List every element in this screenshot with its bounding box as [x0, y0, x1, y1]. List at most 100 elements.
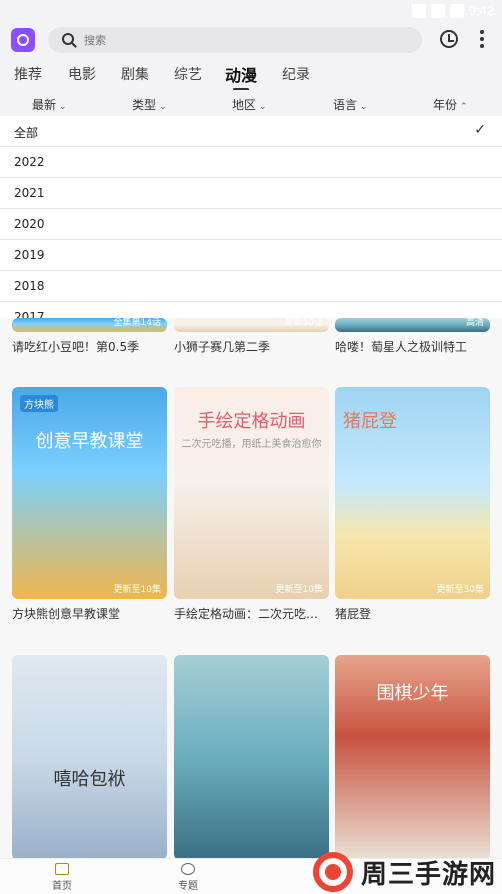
video-card[interactable]: 方块熊 创意早教课堂 更新至10集 方块熊创意早教课堂 [12, 387, 167, 622]
tab-variety[interactable]: 综艺 [174, 64, 202, 84]
video-thumbnail: 手绘定格动画 二次元吃播，用纸上美食治愈你 更新至10集 [174, 387, 329, 599]
chevron-down-icon: ⌄ [159, 102, 167, 112]
video-thumbnail: 方块熊 创意早教课堂 更新至10集 [12, 387, 167, 599]
dropdown-option[interactable]: 2020 [0, 209, 502, 240]
tab-anime[interactable]: 动漫 [225, 62, 257, 86]
home-icon [55, 863, 69, 875]
video-card[interactable] [174, 655, 329, 858]
filter-type-label: 类型 [132, 98, 157, 112]
poster-subtitle: 二次元吃播，用纸上美食治愈你 [181, 439, 322, 450]
nav-topics-label: 专题 [178, 881, 198, 892]
filter-year-label: 年份 [433, 98, 458, 112]
dropdown-option[interactable]: 2022 [0, 147, 502, 178]
filter-language-label: 语言 [333, 98, 358, 112]
tab-documentary[interactable]: 纪录 [282, 64, 310, 84]
episode-badge: 高清 [465, 318, 484, 328]
dropdown-option[interactable]: 全部 ✓ [0, 116, 502, 147]
search-bar[interactable] [48, 27, 422, 53]
video-card[interactable]: 手绘定格动画 二次元吃播，用纸上美食治愈你 更新至10集 手绘定格动画：二次元吃… [174, 387, 329, 622]
episode-badge: 更新至10集 [275, 585, 323, 595]
dropdown-option[interactable]: 2019 [0, 240, 502, 271]
tab-series[interactable]: 剧集 [121, 64, 149, 84]
poster-headline: 围棋少年 [376, 683, 449, 704]
video-thumbnail: 全集第14话 [12, 318, 167, 332]
history-icon[interactable] [440, 30, 458, 48]
video-title: 哈喽！萄星人之极训特工 [335, 340, 468, 354]
watermark-text: 周三手游网 [360, 859, 496, 890]
battery-icon [449, 3, 464, 18]
option-label: 2018 [14, 279, 45, 293]
search-icon [62, 33, 74, 45]
filter-latest-label: 最新 [32, 98, 57, 112]
video-card[interactable]: 猪屁登 更新至30集 猪屁登 [335, 387, 490, 622]
status-time: 9:42 [468, 3, 494, 18]
check-icon: ✓ [474, 122, 486, 138]
filter-latest[interactable]: 最新 ⌄ [32, 96, 67, 113]
app-logo[interactable] [11, 28, 35, 52]
video-thumbnail: 嘻哈包袱 [12, 655, 167, 858]
video-card[interactable]: 更新50话 小狮子赛几第二季 [174, 318, 329, 355]
poster-headline: 创意早教课堂 [35, 431, 144, 452]
dropdown-option[interactable]: 2018 [0, 271, 502, 302]
status-icons: 9:42 [411, 3, 494, 18]
content-grid: 全集第14话 请吃红小豆吧！第0.5季 更新50话 小狮子赛几第二季 高清 哈喽… [0, 318, 502, 858]
bottom-nav: 首页 专题 周三手游网 [0, 852, 502, 894]
poster-headline: 手绘定格动画 [197, 411, 306, 432]
episode-badge: 更新至30集 [436, 585, 484, 595]
year-dropdown: 全部 ✓ 2022 2021 2020 2019 2018 2017 [0, 116, 502, 318]
filter-row: 最新 ⌄ 类型 ⌄ 地区 ⌄ 语言 ⌄ 年份 ⌃ [0, 90, 502, 116]
option-label: 2017 [14, 310, 45, 318]
video-thumbnail: 高清 [335, 318, 490, 332]
nav-home-label: 首页 [52, 881, 72, 892]
filter-region-label: 地区 [232, 98, 257, 112]
episode-badge: 更新至10集 [113, 585, 161, 595]
option-label: 2020 [14, 217, 45, 231]
watermark: 周三手游网 [312, 852, 496, 892]
nav-home[interactable]: 首页 [42, 863, 82, 892]
top-bar [0, 22, 502, 58]
option-label: 2022 [14, 155, 45, 169]
filter-language[interactable]: 语言 ⌄ [333, 96, 368, 113]
dropdown-option[interactable]: 2021 [0, 178, 502, 209]
chevron-down-icon: ⌄ [360, 102, 368, 112]
watermark-logo-icon [312, 852, 353, 892]
filter-region[interactable]: 地区 ⌄ [232, 96, 267, 113]
episode-badge: 更新50话 [284, 318, 323, 328]
signal-icon [430, 3, 445, 18]
tab-recommend[interactable]: 推荐 [14, 64, 42, 84]
video-title: 小狮子赛几第二季 [174, 340, 271, 354]
video-title: 手绘定格动画：二次元吃播... [174, 607, 329, 621]
chevron-up-icon: ⌃ [460, 102, 468, 112]
nav-topics[interactable]: 专题 [168, 863, 208, 892]
search-input[interactable] [84, 27, 404, 53]
tab-movies[interactable]: 电影 [68, 64, 96, 84]
option-label: 2021 [14, 186, 45, 200]
video-card[interactable]: 围棋少年 [335, 655, 490, 858]
option-label: 全部 [14, 126, 39, 140]
option-label: 2019 [14, 248, 45, 262]
brand-sticker: 方块熊 [20, 395, 58, 412]
video-title: 猪屁登 [335, 607, 372, 621]
video-card[interactable]: 高清 哈喽！萄星人之极训特工 [335, 318, 490, 355]
chevron-down-icon: ⌄ [59, 102, 67, 112]
video-thumbnail: 围棋少年 [335, 655, 490, 858]
chevron-down-icon: ⌄ [259, 102, 267, 112]
video-title: 请吃红小豆吧！第0.5季 [12, 340, 140, 354]
wifi-icon [411, 3, 426, 18]
episode-badge: 全集第14话 [113, 318, 161, 328]
video-thumbnail [174, 655, 329, 858]
category-tabs: 推荐 电影 剧集 综艺 动漫 纪录 [0, 58, 502, 90]
video-title: 方块熊创意早教课堂 [12, 607, 121, 621]
dropdown-option[interactable]: 2017 [0, 302, 502, 318]
video-thumbnail: 猪屁登 更新至30集 [335, 387, 490, 599]
poster-headline: 嘻哈包袱 [53, 769, 126, 790]
status-bar: 9:42 [0, 0, 502, 22]
more-menu-icon[interactable] [474, 28, 490, 50]
video-thumbnail: 更新50话 [174, 318, 329, 332]
planet-icon [181, 863, 195, 875]
filter-year[interactable]: 年份 ⌃ [433, 96, 468, 113]
poster-headline: 猪屁登 [343, 411, 397, 432]
filter-type[interactable]: 类型 ⌄ [132, 96, 167, 113]
video-card[interactable]: 嘻哈包袱 [12, 655, 167, 858]
video-card[interactable]: 全集第14话 请吃红小豆吧！第0.5季 [12, 318, 167, 355]
